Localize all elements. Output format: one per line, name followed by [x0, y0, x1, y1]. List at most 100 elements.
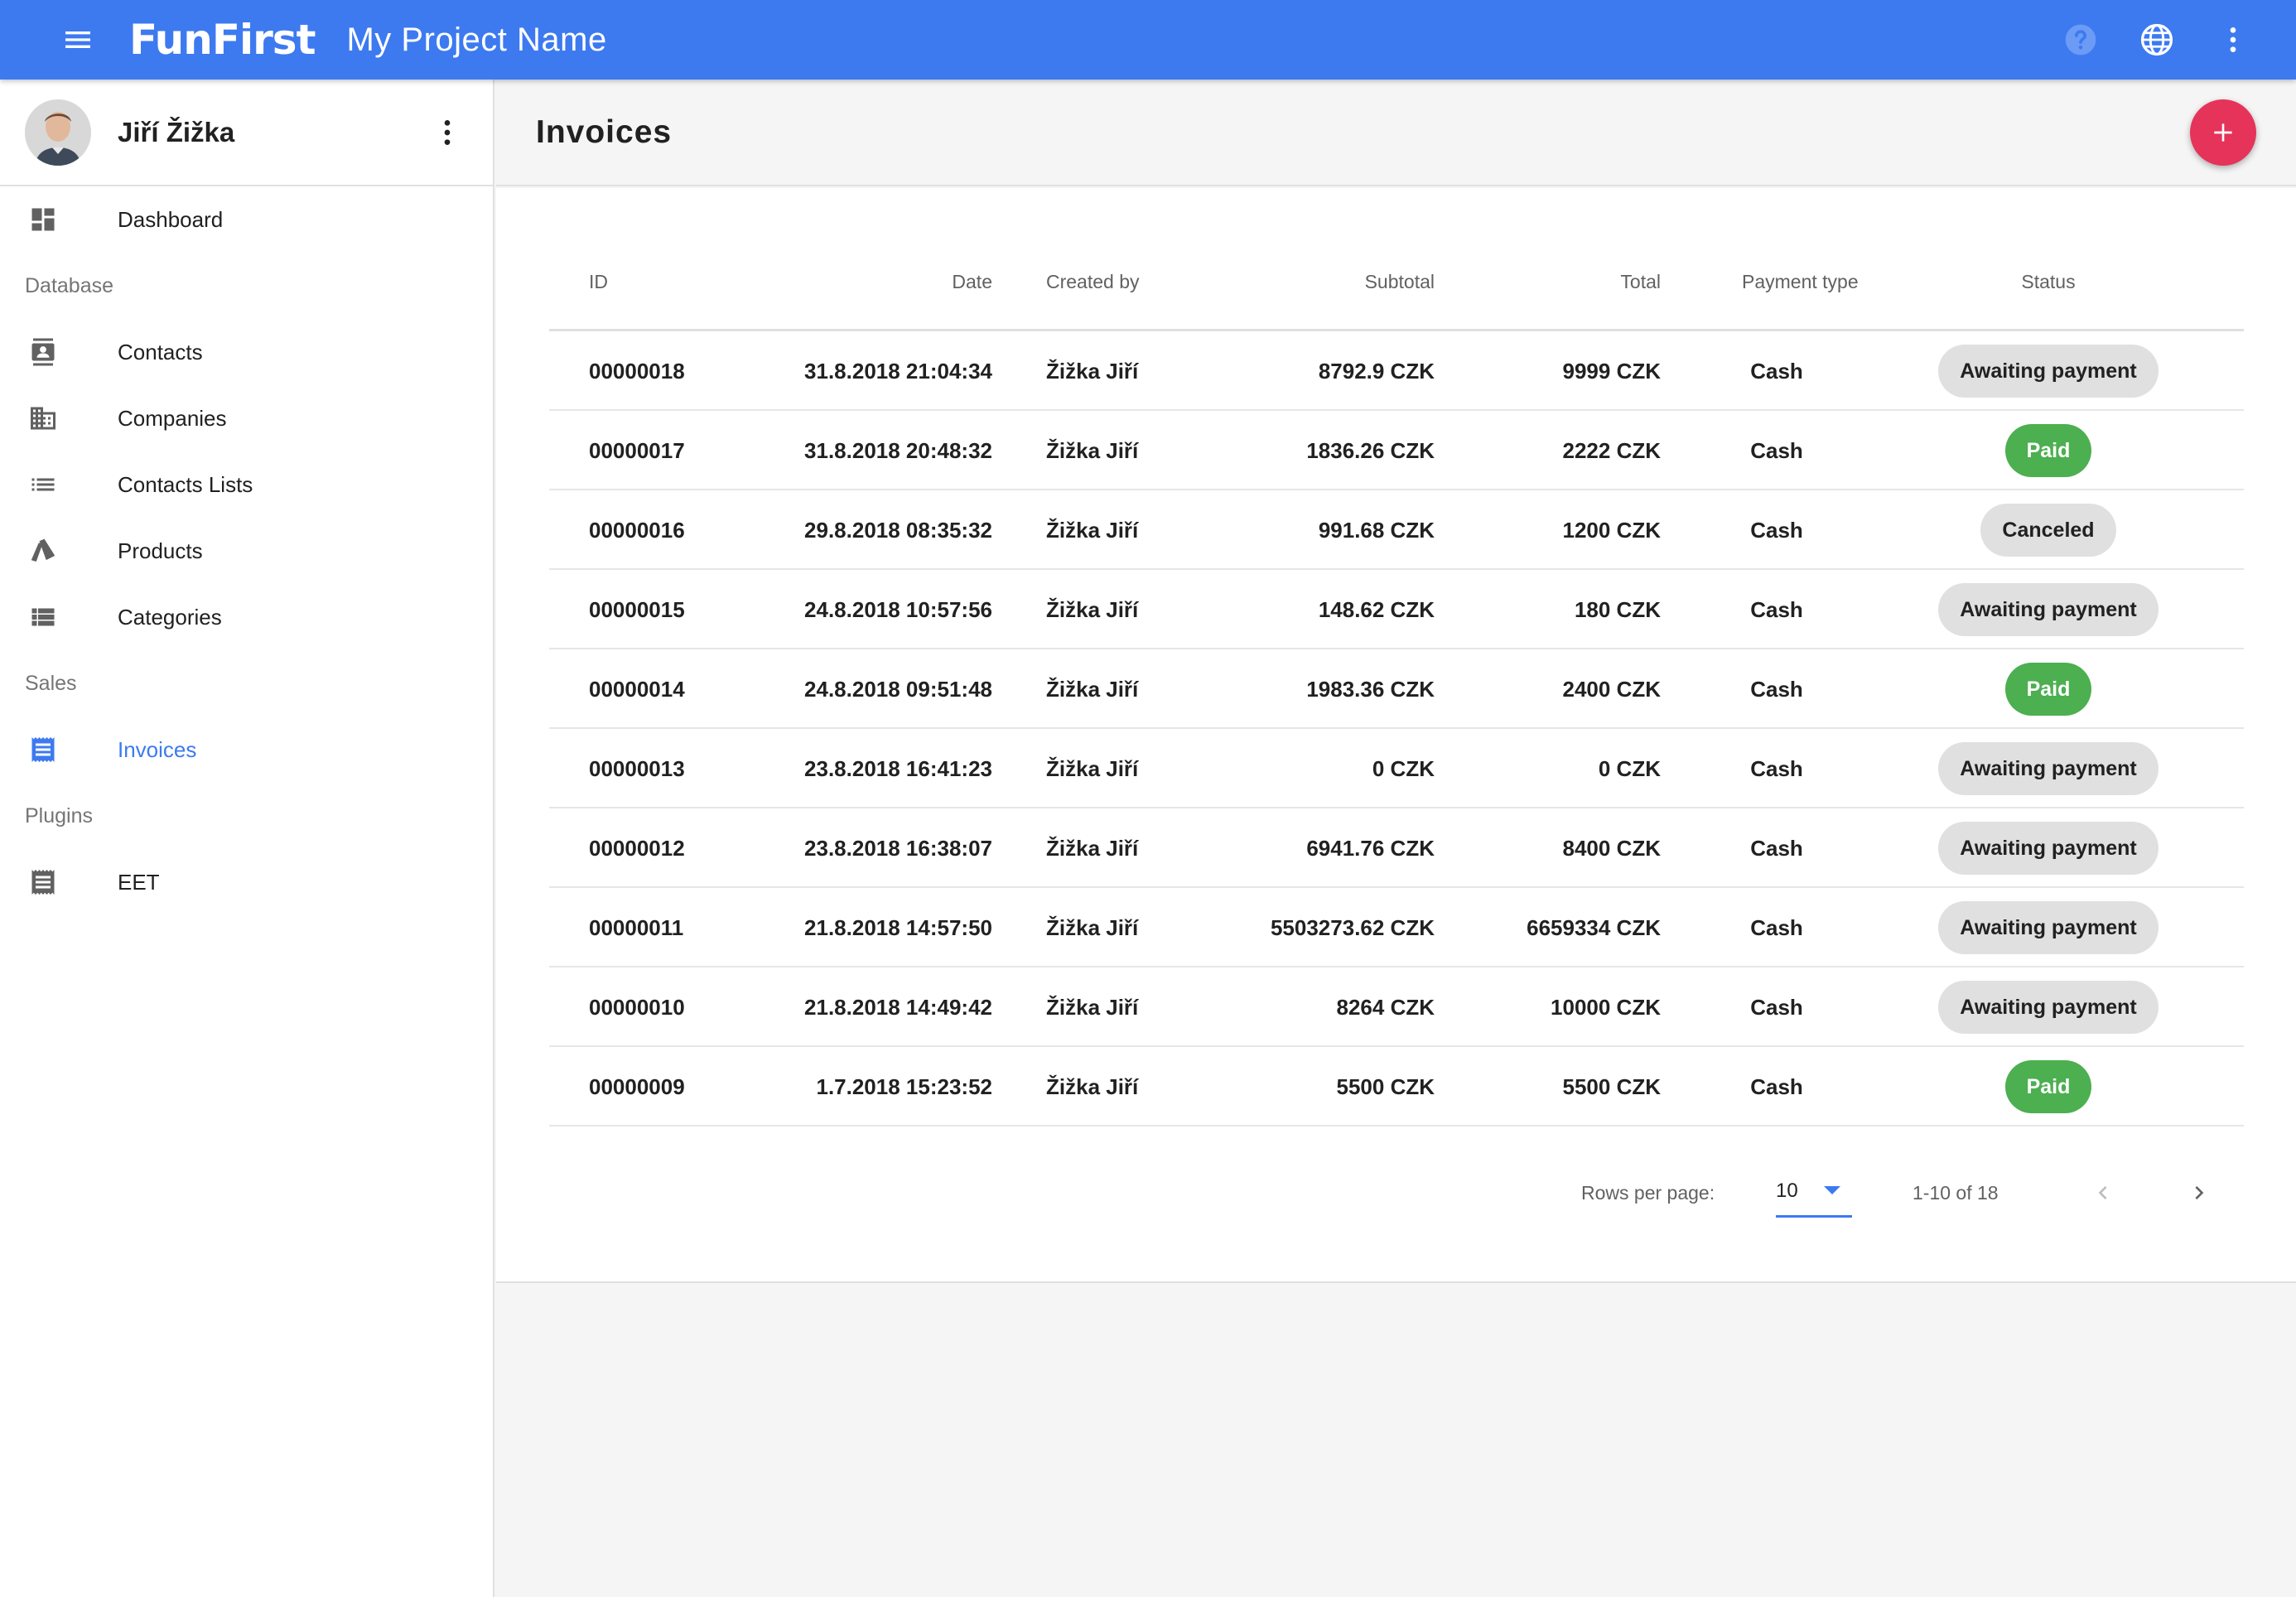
cell-created-by: Žižka Jiří [1046, 994, 1139, 1020]
cell-total: 0 CZK [1598, 755, 1661, 781]
table-row[interactable]: 00000011 21.8.2018 14:57:50 Žižka Jiří 5503… [549, 888, 2244, 967]
user-name: Jiří Žižka [118, 116, 235, 147]
table-row[interactable]: 00000009 1.7.2018 15:23:52 Žižka Jiří 5500 … [549, 1047, 2244, 1127]
cell-date: 24.8.2018 09:51:48 [804, 676, 992, 702]
sidebar-item-contacts[interactable]: Contacts [0, 319, 493, 385]
column-header-payment-type[interactable]: Payment type [1742, 271, 1859, 293]
sidebar-item-invoices[interactable]: Invoices [0, 716, 493, 783]
previous-page-button[interactable] [2080, 1170, 2126, 1216]
cell-total: 180 CZK [1574, 596, 1661, 622]
table-row[interactable]: 00000013 23.8.2018 16:41:23 Žižka Jiří 0 CZ… [549, 729, 2244, 808]
sidebar-item-label: Contacts [118, 339, 203, 364]
chevron-left-icon [2098, 1186, 2107, 1199]
cell-date: 31.8.2018 20:48:32 [804, 437, 992, 463]
cell-payment-type: Cash [1750, 755, 1803, 781]
rows-per-page-value: 10 [1776, 1180, 1798, 1202]
cell-created-by: Žižka Jiří [1046, 437, 1139, 463]
cell-created-by: Žižka Jiří [1046, 596, 1139, 622]
sidebar-item-eet[interactable]: EET [0, 849, 493, 915]
status-badge: Awaiting payment [1938, 583, 2159, 636]
status-badge: Paid [2004, 1060, 2092, 1113]
business-icon [27, 402, 60, 435]
cell-id: 00000018 [589, 358, 685, 384]
cell-total: 2222 CZK [1562, 437, 1662, 463]
invoices-card: ID Date Created by Subtotal Total Paymen… [496, 188, 2296, 1283]
avatar[interactable] [25, 99, 91, 166]
column-header-id[interactable]: ID [589, 271, 608, 293]
rows-per-page-select[interactable]: 10 [1776, 1168, 1852, 1218]
cell-payment-type: Cash [1750, 1074, 1803, 1099]
sidebar-item-companies[interactable]: Companies [0, 385, 493, 451]
cell-subtotal: 1836.26 CZK [1306, 437, 1435, 463]
globe-icon [2140, 23, 2173, 56]
cell-date: 31.8.2018 21:04:34 [804, 358, 992, 384]
cell-id: 00000016 [589, 517, 685, 543]
sidebar-item-dashboard[interactable]: Dashboard [0, 186, 493, 253]
cell-subtotal: 6941.76 CZK [1306, 835, 1435, 861]
app-bar: FunFirst My Project Name [0, 0, 2296, 80]
help-button[interactable] [2057, 17, 2104, 63]
dashboard-icon [27, 203, 60, 236]
add-invoice-button[interactable] [2190, 99, 2256, 166]
table-row[interactable]: 00000018 31.8.2018 21:04:34 Žižka Jiří 8792… [549, 331, 2244, 411]
table-row[interactable]: 00000010 21.8.2018 14:49:42 Žižka Jiří 8264… [549, 967, 2244, 1047]
cell-total: 8400 CZK [1562, 835, 1662, 861]
column-header-total[interactable]: Total [1620, 271, 1661, 293]
more-options-button[interactable] [2210, 17, 2256, 63]
status-badge: Paid [2004, 663, 2092, 716]
column-header-date[interactable]: Date [952, 271, 992, 293]
app-bar-actions [2057, 17, 2256, 63]
table-row[interactable]: 00000012 23.8.2018 16:38:07 Žižka Jiří 6941… [549, 808, 2244, 888]
table-row[interactable]: 00000016 29.8.2018 08:35:32 Žižka Jiří 991.… [549, 490, 2244, 570]
cell-subtotal: 148.62 CZK [1318, 596, 1435, 622]
cell-status: Awaiting payment [1908, 729, 2189, 808]
cell-subtotal: 5500 CZK [1336, 1074, 1435, 1099]
cell-date: 21.8.2018 14:57:50 [804, 914, 992, 940]
cell-subtotal: 8264 CZK [1336, 994, 1435, 1020]
more-vert-icon [2230, 27, 2236, 52]
user-panel: Jiří Žižka [0, 80, 493, 186]
next-page-button[interactable] [2176, 1170, 2222, 1216]
column-header-subtotal[interactable]: Subtotal [1365, 271, 1435, 293]
chevron-right-icon [2195, 1186, 2204, 1199]
cell-date: 21.8.2018 14:49:42 [804, 994, 992, 1020]
cell-payment-type: Cash [1750, 914, 1803, 940]
brand-logo[interactable]: FunFirst [129, 16, 316, 64]
plus-icon [2214, 123, 2232, 142]
column-header-created-by[interactable]: Created by [1046, 271, 1140, 293]
invoices-table: ID Date Created by Subtotal Total Paymen… [549, 188, 2244, 1127]
table-row[interactable]: 00000017 31.8.2018 20:48:32 Žižka Jiří 1836… [549, 411, 2244, 490]
status-badge: Awaiting payment [1938, 742, 2159, 795]
contacts-icon [27, 335, 60, 369]
cell-status: Awaiting payment [1908, 331, 2189, 411]
rows-per-page-label: Rows per page: [1581, 1181, 1715, 1204]
help-icon [2065, 24, 2096, 55]
cell-total: 1200 CZK [1562, 517, 1662, 543]
table-row[interactable]: 00000014 24.8.2018 09:51:48 Žižka Jiří 1983… [549, 649, 2244, 729]
cell-id: 00000017 [589, 437, 685, 463]
cell-date: 1.7.2018 15:23:52 [816, 1074, 992, 1099]
menu-button[interactable] [53, 15, 103, 65]
user-menu-button[interactable] [427, 108, 468, 157]
page-header: Invoices [496, 80, 2296, 186]
cell-total: 5500 CZK [1562, 1074, 1662, 1099]
table-row[interactable]: 00000015 24.8.2018 10:57:56 Žižka Jiří 148.… [549, 570, 2244, 649]
cell-total: 2400 CZK [1562, 676, 1662, 702]
column-header-status[interactable]: Status [2021, 271, 2075, 293]
sidebar-item-categories[interactable]: Categories [0, 584, 493, 650]
cell-created-by: Žižka Jiří [1046, 676, 1139, 702]
cell-id: 00000009 [589, 1074, 685, 1099]
sidebar-item-label: EET [118, 869, 160, 895]
cell-status: Paid [1908, 649, 2189, 729]
sidebar-item-contacts-lists[interactable]: Contacts Lists [0, 451, 493, 518]
cell-payment-type: Cash [1750, 676, 1803, 702]
sidebar-section-plugins: Plugins [25, 803, 93, 827]
sidebar-item-products[interactable]: Products [0, 518, 493, 584]
status-badge: Awaiting payment [1938, 901, 2159, 954]
language-button[interactable] [2134, 17, 2180, 63]
cell-subtotal: 0 CZK [1372, 755, 1435, 781]
sidebar-item-label: Companies [118, 405, 227, 431]
sidebar: Jiří Žižka Dashboard Database Contacts C… [0, 80, 494, 1597]
cell-date: 24.8.2018 10:57:56 [804, 596, 992, 622]
status-badge: Paid [2004, 424, 2092, 477]
